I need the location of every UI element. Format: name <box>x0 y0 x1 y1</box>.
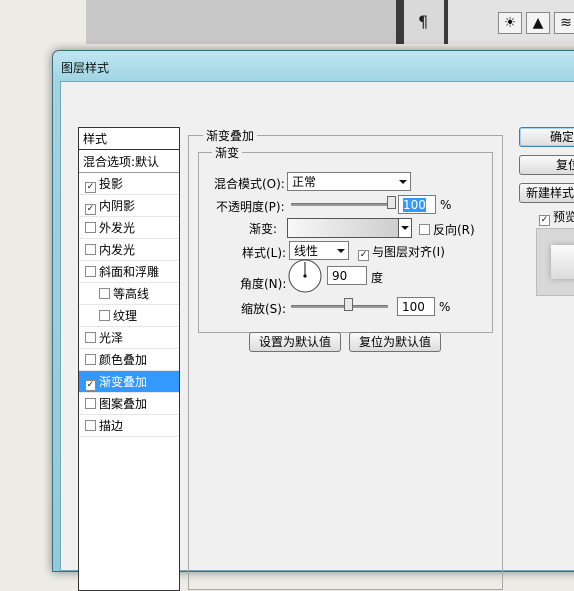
gradient-overlay-title: 渐变叠加 <box>203 127 258 144</box>
blend-mode-label: 混合模式(O): <box>214 177 285 191</box>
set-default-button[interactable]: 设置为默认值 <box>249 332 341 352</box>
style-item-label: 图案叠加 <box>99 397 148 411</box>
opacity-label: 不透明度(P): <box>216 200 285 214</box>
style-item-checkbox[interactable] <box>85 420 96 431</box>
style-item-checkbox[interactable]: ✓ <box>85 380 96 391</box>
style-item[interactable]: ✓ 投影 <box>79 173 179 195</box>
style-item-checkbox[interactable] <box>85 266 96 277</box>
style-preview-swatch <box>551 245 574 279</box>
blend-options-item[interactable]: 混合选项:默认 <box>79 151 179 173</box>
style-item-label: 外发光 <box>99 221 136 235</box>
dialog-title: 图层样式 <box>61 61 110 75</box>
style-item-checkbox[interactable]: ✓ <box>85 204 96 215</box>
style-item[interactable]: 图案叠加 <box>79 393 179 415</box>
angle-label: 角度(N): <box>240 277 287 291</box>
style-item-checkbox[interactable]: ✓ <box>85 182 96 193</box>
style-item[interactable]: 外发光 <box>79 217 179 239</box>
style-item-checkbox[interactable] <box>85 222 96 233</box>
styles-list: 样式 混合选项:默认 ✓ 投影 ✓ 内阴影 外发光 内发光 斜面和浮雕 等高线 纹理 光泽 颜色叠加… <box>78 127 180 591</box>
style-preview <box>536 228 574 296</box>
style-item-checkbox[interactable] <box>85 398 96 409</box>
align-with-layer-checkbox[interactable]: ✓ 与图层对齐(I) <box>358 243 445 261</box>
reset-default-button[interactable]: 复位为默认值 <box>349 332 441 352</box>
gradient-dropdown-button[interactable] <box>398 219 411 237</box>
preview-checkbox[interactable]: ✓ 预览 <box>539 208 574 226</box>
reverse-check-box[interactable] <box>419 224 430 235</box>
reset-button[interactable]: 复位 <box>519 155 574 175</box>
styles-header[interactable]: 样式 <box>79 128 179 150</box>
style-item-label: 斜面和浮雕 <box>99 265 160 279</box>
style-item-label: 投影 <box>99 177 124 191</box>
style-value: 线性 <box>294 244 319 258</box>
style-item-checkbox[interactable] <box>99 310 110 321</box>
scale-slider-track[interactable] <box>291 305 388 308</box>
gradient-label: 渐变: <box>249 222 278 236</box>
style-item[interactable]: 光泽 <box>79 327 179 349</box>
new-style-button[interactable]: 新建样式 <box>519 183 574 203</box>
angle-dial[interactable] <box>287 258 323 294</box>
reverse-checkbox[interactable]: 反向(R) <box>419 221 475 238</box>
levels-icon[interactable]: ▲ <box>526 12 550 34</box>
style-item[interactable]: ✓ 内阴影 <box>79 195 179 217</box>
style-item-label: 内阴影 <box>99 199 136 213</box>
paragraph-icon[interactable]: ¶ <box>418 12 428 31</box>
style-item-checkbox[interactable] <box>85 354 96 365</box>
style-item[interactable]: 斜面和浮雕 <box>79 261 179 283</box>
style-item-label: 渐变叠加 <box>99 375 148 389</box>
blend-mode-select[interactable]: 正常 <box>287 172 411 191</box>
style-item[interactable]: 等高线 <box>79 283 179 305</box>
opacity-slider-track[interactable] <box>291 203 391 206</box>
style-item-label: 纹理 <box>113 309 138 323</box>
scale-slider-thumb[interactable] <box>343 298 353 311</box>
workspace-background <box>86 0 396 44</box>
style-item-label: 描边 <box>99 419 124 433</box>
brightness-icon[interactable]: ☀ <box>498 12 522 34</box>
style-item[interactable]: 内发光 <box>79 239 179 261</box>
chevron-down-icon <box>401 226 409 230</box>
gradient-subgroup-title: 渐变 <box>212 144 243 161</box>
ok-button[interactable]: 确定 <box>519 127 574 147</box>
style-item-checkbox[interactable] <box>85 244 96 255</box>
align-check-box[interactable]: ✓ <box>358 250 369 261</box>
scale-label: 缩放(S): <box>241 302 287 316</box>
style-item[interactable]: 描边 <box>79 415 179 437</box>
opacity-input[interactable]: 100 <box>398 195 436 214</box>
style-item[interactable]: 颜色叠加 <box>79 349 179 371</box>
style-item-label: 颜色叠加 <box>99 353 148 367</box>
opacity-slider-thumb[interactable] <box>387 196 396 209</box>
preview-label: 预览 <box>553 210 574 224</box>
style-item-checkbox[interactable] <box>99 288 110 299</box>
blend-mode-value: 正常 <box>292 175 317 189</box>
scale-input[interactable]: 100 <box>397 297 435 316</box>
dialog-client-area: 样式 混合选项:默认 ✓ 投影 ✓ 内阴影 外发光 内发光 斜面和浮雕 等高线 纹理 光泽 颜色叠加… <box>60 81 574 591</box>
chevron-down-icon <box>337 249 345 253</box>
chevron-down-icon <box>399 180 407 184</box>
style-item-label: 内发光 <box>99 243 136 257</box>
opacity-value: 100 <box>403 198 426 212</box>
style-item[interactable]: 纹理 <box>79 305 179 327</box>
gradient-preview[interactable] <box>287 218 412 238</box>
align-label: 与图层对齐(I) <box>372 245 445 259</box>
scale-percent: % <box>439 300 451 314</box>
angle-unit: 度 <box>371 271 384 285</box>
style-item[interactable]: ✓ 渐变叠加 <box>79 371 179 393</box>
style-item-label: 光泽 <box>99 331 124 345</box>
reverse-label: 反向(R) <box>433 223 475 237</box>
angle-input[interactable]: 90 <box>327 266 367 285</box>
style-label: 样式(L): <box>242 246 287 260</box>
opacity-percent: % <box>440 198 452 212</box>
layer-style-dialog: 图层样式 样式 混合选项:默认 ✓ 投影 ✓ 内阴影 外发光 内发光 斜面和浮雕 等高线 纹理光… <box>52 50 574 591</box>
style-item-checkbox[interactable] <box>85 332 96 343</box>
style-item-label: 等高线 <box>113 287 150 301</box>
preview-check-box[interactable]: ✓ <box>539 215 550 226</box>
curves-icon[interactable]: ≋ <box>554 12 574 34</box>
